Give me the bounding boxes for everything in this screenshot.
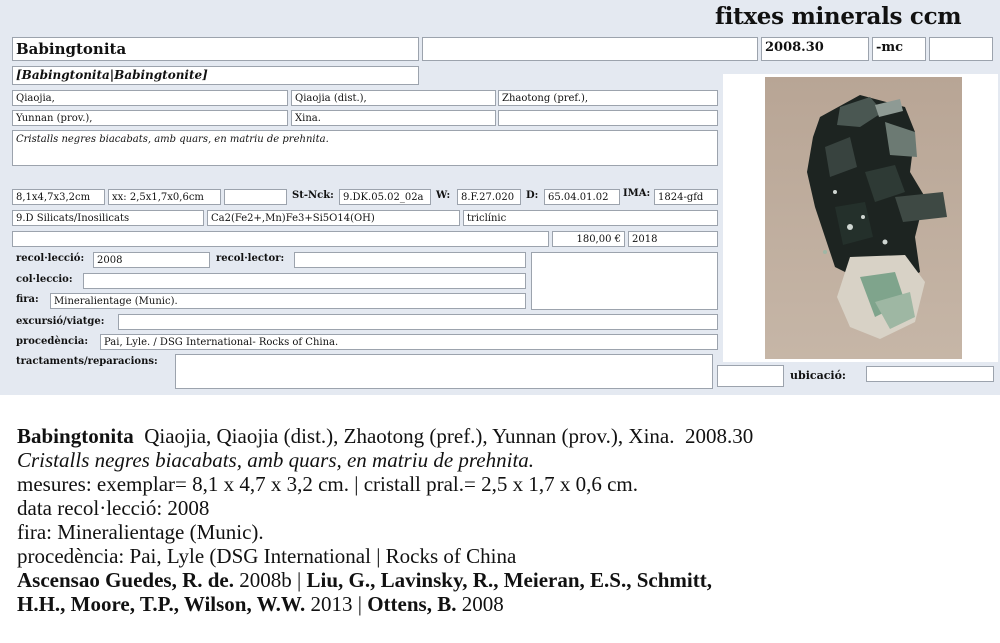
summary-provenance: procedència: Pai, Lyle (DSG Internationa… (17, 544, 517, 568)
summary-line-1: Babingtonita Qiaojia, Qiaojia (dist.), Z… (17, 424, 992, 448)
locality-province-field[interactable]: Yunnan (prov.), (12, 110, 288, 126)
summary-locality: Qiaojia, Qiaojia (dist.), Zhaotong (pref… (144, 424, 675, 448)
ref1-year: 2008b | (239, 568, 302, 592)
ref2-authors-b: H.H., Moore, T.P., Wilson, W.W. (17, 592, 306, 616)
extra-field-2[interactable] (929, 37, 993, 61)
recollection-field[interactable]: 2008 (93, 252, 210, 268)
brand-title: fitxes minerals ccm (715, 3, 962, 30)
description-field[interactable]: Cristalls negres biacabats, amb quars, e… (12, 130, 718, 166)
summary-number: 2008.30 (685, 424, 754, 448)
collector-field[interactable] (294, 252, 526, 268)
catalog-number-field[interactable]: 2008.30 (761, 37, 869, 61)
year-field[interactable]: 2018 (628, 231, 718, 247)
ref1-authors: Ascensao Guedes, R. de. (17, 568, 235, 592)
crystal-size-field[interactable]: xx: 2,5x1,7x0,6cm (108, 189, 221, 205)
formula-field[interactable]: Ca2(Fe2+,Mn)Fe3+Si5O14(OH) (207, 210, 460, 226)
location-code-field[interactable] (717, 365, 784, 387)
summary-description: Cristalls negres biacabats, amb quars, e… (17, 448, 535, 472)
price-field[interactable]: 180,00 € (552, 231, 625, 247)
provenance-label: procedència: (16, 336, 89, 347)
record-card: fitxes minerals ccm Babingtonita 2008.30… (0, 0, 1000, 395)
fair-label: fira: (16, 294, 39, 305)
ima-field[interactable]: 1824-gfd (654, 189, 718, 205)
crystal-system-field[interactable]: triclínic (463, 210, 718, 226)
location-label: ubicació: (790, 369, 846, 382)
provenance-field[interactable]: Pai, Lyle. / DSG International- Rocks of… (100, 334, 718, 350)
ima-label: IMA: (623, 188, 651, 199)
synonym-field[interactable]: [Babingtonita|Babingtonite] (12, 66, 419, 85)
locality-place-field[interactable]: Qiaojia, (12, 90, 288, 106)
w-label: W: (436, 190, 451, 201)
ref3-year: 2008 (461, 592, 504, 616)
ref2-year: 2013 | (310, 592, 362, 616)
summary-measures: mesures: exemplar= 8,1 x 4,7 x 3,2 cm. |… (17, 472, 639, 496)
strunz-field[interactable]: 9.DK.05.02_02a (339, 189, 431, 205)
locality-prefecture-field[interactable]: Zhaotong (pref.), (498, 90, 718, 106)
summary-references-2: H.H., Moore, T.P., Wilson, W.W. 2013 | O… (17, 592, 992, 616)
summary-fair: fira: Mineralientage (Munic). (17, 520, 264, 544)
class-field[interactable]: 9.D Silicats/Inosilicats (12, 210, 204, 226)
summary-collection-date: data recol·lecció: 2008 (17, 496, 210, 520)
location-field[interactable] (866, 366, 994, 382)
extra-field-1[interactable] (422, 37, 758, 61)
treatments-label: tractaments/reparacions: (16, 356, 158, 367)
strunz-label: St-Nck: (292, 190, 334, 201)
notes-field[interactable] (12, 231, 549, 247)
locality-extra-field[interactable] (498, 110, 718, 126)
locality-district-field[interactable]: Qiaojia (dist.), (291, 90, 496, 106)
ref3-authors: Ottens, B. (367, 592, 457, 616)
trip-label: excursió/viatge: (16, 316, 105, 327)
recollection-label: recol·lecció: (16, 253, 85, 264)
treatments-field[interactable] (175, 354, 713, 389)
extra-size-field[interactable] (224, 189, 287, 205)
locality-country-field[interactable]: Xina. (291, 110, 496, 126)
collection-label: col·leccio: (16, 274, 73, 285)
summary-text: Babingtonita Qiaojia, Qiaojia (dist.), Z… (17, 424, 992, 616)
w-field[interactable]: 8.F.27.020 (457, 189, 521, 205)
d-field[interactable]: 65.04.01.02 (544, 189, 620, 205)
d-label: D: (526, 190, 539, 201)
collector-label: recol·lector: (216, 253, 285, 264)
ref2-authors-a: Liu, G., Lavinsky, R., Meieran, E.S., Sc… (306, 568, 712, 592)
specimen-size-field[interactable]: 8,1x4,7x3,2cm (12, 189, 105, 205)
specimen-photo (765, 77, 962, 359)
fair-field[interactable]: Mineralientage (Munic). (50, 293, 526, 309)
collection-field[interactable] (83, 273, 526, 289)
suffix-field[interactable]: -mc (872, 37, 926, 61)
notes-box[interactable] (531, 252, 718, 310)
summary-references-1: Ascensao Guedes, R. de. 2008b | Liu, G.,… (17, 568, 992, 592)
summary-name: Babingtonita (17, 424, 134, 448)
trip-field[interactable] (118, 314, 718, 330)
name-field[interactable]: Babingtonita (12, 37, 419, 61)
